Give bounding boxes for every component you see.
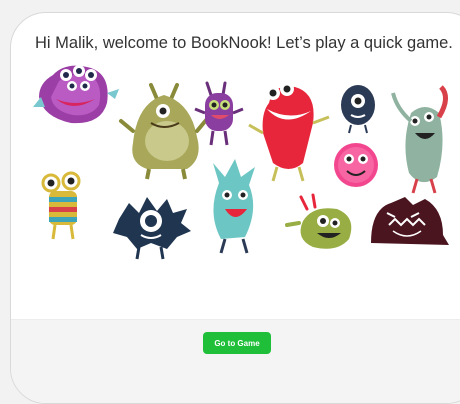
pink-fuzzy-monster-icon [334, 143, 378, 187]
monsters-illustration [33, 65, 449, 260]
green-monster-icon [391, 85, 448, 194]
purple-monster-icon [33, 65, 119, 124]
card-footer: Go to Game [11, 319, 460, 403]
navy-monster-icon [341, 85, 375, 134]
go-to-game-button[interactable]: Go to Game [203, 332, 271, 354]
red-monster-icon [248, 82, 330, 182]
welcome-card: Hi Malik, welcome to BookNook! Let’s pla… [10, 12, 460, 404]
maroon-monster-icon [371, 197, 449, 245]
teal-monster-icon [213, 159, 255, 254]
striped-monster-icon [41, 171, 81, 240]
olive-monster-icon [119, 83, 209, 180]
violet-monster-icon [194, 81, 244, 146]
lime-monster-icon [285, 193, 352, 249]
navy-spiky-monster-icon [113, 197, 191, 260]
